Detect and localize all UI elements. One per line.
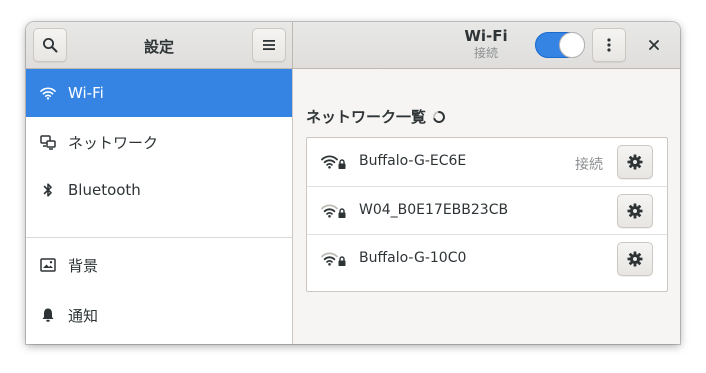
network-status: 接続 <box>575 157 603 173</box>
wifi-toggle-switch[interactable] <box>535 32 585 58</box>
sidebar-item-label: Wi-Fi <box>68 84 104 102</box>
page-subtitle: 接続 <box>473 46 498 60</box>
sidebar-item-bluetooth[interactable]: Bluetooth <box>26 166 292 214</box>
main-panel: ネットワーク一覧 Buffalo-G-EC6E 接続 W04_B0E17EBB2… <box>293 69 680 344</box>
wifi-signal-locked-icon <box>321 252 346 266</box>
bluetooth-icon <box>40 182 56 198</box>
network-settings-button[interactable] <box>617 145 653 179</box>
gear-icon <box>627 251 643 267</box>
gear-icon <box>627 154 643 170</box>
network-settings-button[interactable] <box>617 194 653 228</box>
sidebar-item-search[interactable]: 検索 <box>26 341 292 344</box>
close-button[interactable] <box>644 35 664 55</box>
network-icon <box>40 134 56 150</box>
sidebar-item-wifi[interactable]: Wi-Fi <box>26 69 292 117</box>
sidebar-item-label: ネットワーク <box>68 133 159 152</box>
hamburger-menu-icon <box>263 40 275 50</box>
more-options-button[interactable] <box>592 28 626 62</box>
section-title: ネットワーク一覧 <box>306 108 427 126</box>
network-ssid: Buffalo-G-EC6E <box>359 153 467 169</box>
wifi-signal-locked-icon <box>321 204 346 218</box>
wifi-signal-locked-icon <box>321 155 346 169</box>
sidebar-separator <box>26 237 292 238</box>
sidebar-item-notifications[interactable]: 通知 <box>26 291 292 339</box>
header-bar: 設定 Wi-Fi 接続 <box>26 22 680 69</box>
spinner-icon <box>433 110 446 123</box>
search-icon <box>43 38 58 53</box>
main-menu-button[interactable] <box>252 28 286 62</box>
page-title-text: Wi-Fi <box>464 27 508 45</box>
network-ssid: Buffalo-G-10C0 <box>359 250 467 266</box>
network-list: Buffalo-G-EC6E 接続 W04_B0E17EBB23CB Buffa… <box>306 137 668 292</box>
switch-knob <box>559 32 585 58</box>
network-list-header: ネットワーク一覧 <box>306 106 446 127</box>
gear-icon <box>627 203 643 219</box>
sidebar: Wi-Fi ネットワーク Bluetooth 背景 通知 <box>26 69 293 344</box>
sidebar-item-label: 背景 <box>68 256 99 275</box>
network-row[interactable]: Buffalo-G-EC6E 接続 <box>307 138 667 186</box>
sidebar-title: 設定 <box>143 38 174 56</box>
sidebar-header: 設定 <box>26 22 293 68</box>
sidebar-item-label: 通知 <box>68 306 99 325</box>
close-icon <box>649 40 659 50</box>
search-button[interactable] <box>33 28 67 62</box>
page-title: Wi-Fi 接続 <box>426 27 546 62</box>
network-settings-button[interactable] <box>617 242 653 276</box>
sidebar-item-label: Bluetooth <box>68 181 141 199</box>
sidebar-item-network[interactable]: ネットワーク <box>26 118 292 166</box>
network-ssid: W04_B0E17EBB23CB <box>359 202 509 218</box>
network-row[interactable]: W04_B0E17EBB23CB <box>307 186 667 234</box>
network-row[interactable]: Buffalo-G-10C0 <box>307 234 667 282</box>
bell-icon <box>40 307 56 323</box>
vertical-dots-icon <box>607 38 611 52</box>
settings-window: 設定 Wi-Fi 接続 Wi-Fi ネットワーク Bluetooth 背景 通知… <box>26 22 680 344</box>
background-icon <box>40 257 56 273</box>
wifi-icon <box>40 85 56 101</box>
sidebar-item-background[interactable]: 背景 <box>26 241 292 289</box>
